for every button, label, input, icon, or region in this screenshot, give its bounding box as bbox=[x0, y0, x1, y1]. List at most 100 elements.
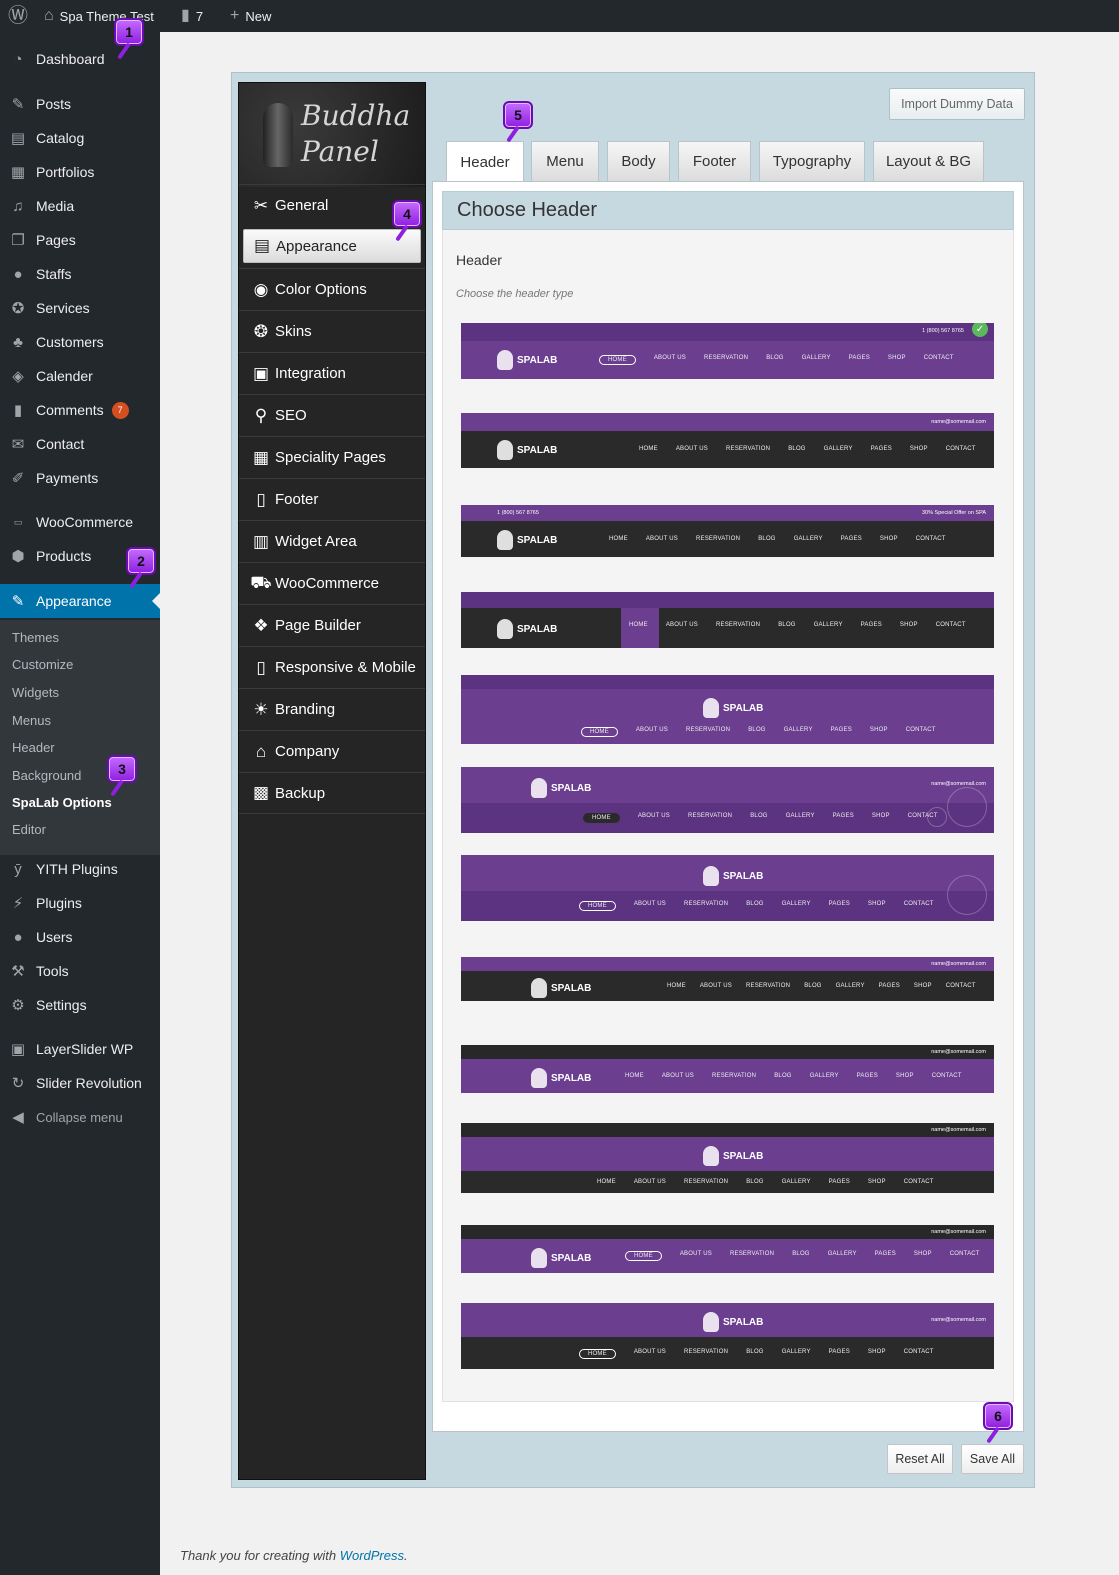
collapse-menu[interactable]: ◀ Collapse menu bbox=[0, 1100, 160, 1134]
menu-portfolios[interactable]: ▦ Portfolios bbox=[0, 155, 160, 189]
tab-footer[interactable]: Footer bbox=[678, 141, 751, 181]
logo-line-2: Panel bbox=[301, 135, 379, 168]
award-icon: ✪ bbox=[11, 300, 25, 317]
header-option-9[interactable]: name@somemail.com SPALAB HOME ABOUT US RES… bbox=[461, 1045, 994, 1093]
header-option-3[interactable]: 1 (800) 567 8765 30% Special Offer on SPA… bbox=[461, 505, 994, 557]
menu-slider-revolution[interactable]: ↻ Slider Revolution bbox=[0, 1066, 160, 1100]
header-option-5[interactable]: SPALAB HOME ABOUT US RESERVATION BLOG GALLER… bbox=[461, 675, 994, 744]
menu-dashboard[interactable]: ◔ Dashboard bbox=[0, 42, 160, 76]
menu-customers[interactable]: ♣ Customers bbox=[0, 325, 160, 359]
eye-icon: ◉ bbox=[253, 279, 269, 299]
menu-settings[interactable]: ⚙ Settings bbox=[0, 988, 160, 1022]
yith-icon: ӯ bbox=[14, 860, 22, 878]
comments-link[interactable]: ▮ 7 bbox=[181, 0, 203, 32]
menu-contact[interactable]: ✉ Contact bbox=[0, 427, 160, 461]
menu-posts[interactable]: ✎ Posts bbox=[0, 87, 160, 121]
admin-bar: Ⓦ ⌂ Spa Theme Test ▮ 7 + New bbox=[0, 0, 1119, 32]
menu-label: Slider Revolution bbox=[36, 1075, 142, 1091]
header-option-12[interactable]: SPALAB name@somemail.com HOME ABOUT US RES… bbox=[461, 1303, 994, 1369]
panel-item-widget-area[interactable]: ▥ Widget Area bbox=[239, 520, 425, 562]
import-dummy-data-button[interactable]: Import Dummy Data bbox=[889, 88, 1025, 120]
header-option-1[interactable]: 1 (800) 567 8765 SPALAB HOME ABOUT US RESE… bbox=[461, 323, 994, 379]
header-option-4[interactable]: SPALAB HOME ABOUT US RESERVATION BLOG GALLER… bbox=[461, 592, 994, 648]
menu-label: Collapse menu bbox=[36, 1109, 123, 1125]
menu-calender[interactable]: ◈ Calender bbox=[0, 359, 160, 393]
menu-appearance[interactable]: ✎ Appearance bbox=[0, 584, 160, 618]
thumb-nav: HOME ABOUT US RESERVATION BLOG GALLERY PAGES S… bbox=[625, 1073, 962, 1079]
thumb-nav: HOME ABOUT US RESERVATION BLOG GALLERY PAGES S… bbox=[581, 727, 936, 737]
tab-body[interactable]: Body bbox=[607, 141, 670, 181]
thumb-nav: HOME ABOUT US RESERVATION BLOG GALLERY PAGES S… bbox=[629, 622, 966, 628]
header-option-8[interactable]: name@somemail.com SPALAB HOME ABOUT US RES… bbox=[461, 957, 994, 1001]
panel-item-integration[interactable]: ▣ Integration bbox=[239, 352, 425, 394]
submenu-customize[interactable]: Customize bbox=[12, 655, 73, 675]
menu-label: Comments bbox=[36, 402, 104, 418]
panel-item-appearance[interactable]: ▤ Appearance bbox=[243, 229, 421, 263]
menu-users[interactable]: ● Users bbox=[0, 920, 160, 954]
thumb-logo: SPALAB bbox=[703, 1141, 773, 1171]
menu-layerslider[interactable]: ▣ LayerSlider WP bbox=[0, 1032, 160, 1066]
tab-menu[interactable]: Menu bbox=[531, 141, 599, 181]
panel-item-seo[interactable]: ⚲ SEO bbox=[239, 394, 425, 436]
tab-header[interactable]: Header bbox=[446, 141, 524, 182]
submenu-header[interactable]: Header bbox=[12, 738, 55, 758]
menu-catalog[interactable]: ▤ Catalog bbox=[0, 121, 160, 155]
submenu-menus[interactable]: Menus bbox=[12, 711, 51, 731]
reset-all-button[interactable]: Reset All bbox=[887, 1444, 953, 1474]
panel-item-speciality-pages[interactable]: ▦ Speciality Pages bbox=[239, 436, 425, 478]
menu-services[interactable]: ✪ Services bbox=[0, 291, 160, 325]
submenu-editor[interactable]: Editor bbox=[12, 820, 46, 840]
header-option-7[interactable]: SPALAB HOME ABOUT US RESERVATION BLOG GALLER… bbox=[461, 855, 994, 921]
thumb-logo: SPALAB bbox=[497, 435, 567, 465]
tab-layout-bg[interactable]: Layout & BG bbox=[873, 141, 984, 181]
menu-payments[interactable]: ✐ Payments bbox=[0, 461, 160, 495]
new-content-link[interactable]: + New bbox=[230, 0, 271, 32]
panel-item-footer[interactable]: ▯ Footer bbox=[239, 478, 425, 520]
menu-pages[interactable]: ❐ Pages bbox=[0, 223, 160, 257]
submenu-spalab-options[interactable]: SpaLab Options bbox=[12, 793, 112, 813]
panel-item-page-builder[interactable]: ❖ Page Builder bbox=[239, 604, 425, 646]
panel-item-color-options[interactable]: ◉ Color Options bbox=[239, 268, 425, 310]
callout-3: 3 bbox=[107, 755, 137, 783]
comment-icon: ▮ bbox=[13, 402, 23, 419]
user-icon: ● bbox=[13, 928, 23, 946]
section-title: Choose Header bbox=[442, 191, 1014, 230]
calculator-icon: ▥ bbox=[252, 531, 270, 551]
panel-item-responsive[interactable]: ▯ Responsive & Mobile bbox=[239, 646, 425, 688]
menu-comments[interactable]: ▮ Comments 7 bbox=[0, 393, 160, 427]
menu-tools[interactable]: ⚒ Tools bbox=[0, 954, 160, 988]
tab-typography[interactable]: Typography bbox=[759, 141, 865, 181]
cart-icon: ⛟ bbox=[250, 572, 272, 592]
menu-woocommerce[interactable]: ▭ WooCommerce bbox=[0, 505, 160, 539]
thumb-topbar: 1 (800) 567 8765 bbox=[461, 323, 994, 341]
thumb-logo: SPALAB bbox=[531, 773, 601, 803]
menu-plugins[interactable]: ⚡ Plugins bbox=[0, 886, 160, 920]
header-option-2[interactable]: name@somemail.com SPALAB HOME ABOUT US RES… bbox=[461, 413, 994, 468]
menu-media[interactable]: ♫ Media bbox=[0, 189, 160, 223]
panel-item-backup[interactable]: ▩ Backup bbox=[239, 772, 425, 814]
wordpress-link[interactable]: WordPress bbox=[340, 1548, 404, 1563]
submenu-background[interactable]: Background bbox=[12, 766, 81, 786]
woo-icon: ▭ bbox=[13, 516, 23, 527]
panel-item-woocommerce[interactable]: ⛟ WooCommerce bbox=[239, 562, 425, 604]
footer-text: Thank you for creating with bbox=[180, 1548, 340, 1563]
newspaper-icon: ▤ bbox=[253, 236, 271, 255]
panel-item-label: Branding bbox=[275, 701, 336, 718]
panel-item-branding[interactable]: ☀ Branding bbox=[239, 688, 425, 730]
wordpress-logo-icon[interactable]: Ⓦ bbox=[8, 0, 28, 32]
panel-item-label: SEO bbox=[275, 407, 307, 424]
save-all-button[interactable]: Save All bbox=[961, 1444, 1024, 1474]
submenu-themes[interactable]: Themes bbox=[12, 628, 59, 648]
panel-item-company[interactable]: ⌂ Company bbox=[239, 730, 425, 772]
header-option-11[interactable]: name@somemail.com SPALAB HOME ABOUT US RES… bbox=[461, 1225, 994, 1273]
menu-staffs[interactable]: ● Staffs bbox=[0, 257, 160, 291]
panel-item-skins[interactable]: ❂ Skins bbox=[239, 310, 425, 352]
submenu-widgets[interactable]: Widgets bbox=[12, 683, 59, 703]
footer-end: . bbox=[404, 1548, 408, 1563]
tools-icon: ✂ bbox=[253, 195, 269, 215]
header-option-10[interactable]: name@somemail.com SPALAB HOME ABOUT US RES… bbox=[461, 1123, 994, 1193]
thumb-logo: SPALAB bbox=[531, 973, 601, 1001]
menu-yith[interactable]: ӯ YITH Plugins bbox=[0, 852, 160, 886]
grid-icon: ▦ bbox=[252, 447, 270, 467]
header-option-6[interactable]: SPALAB name@somemail.com HOME ABOUT US RES… bbox=[461, 767, 994, 833]
